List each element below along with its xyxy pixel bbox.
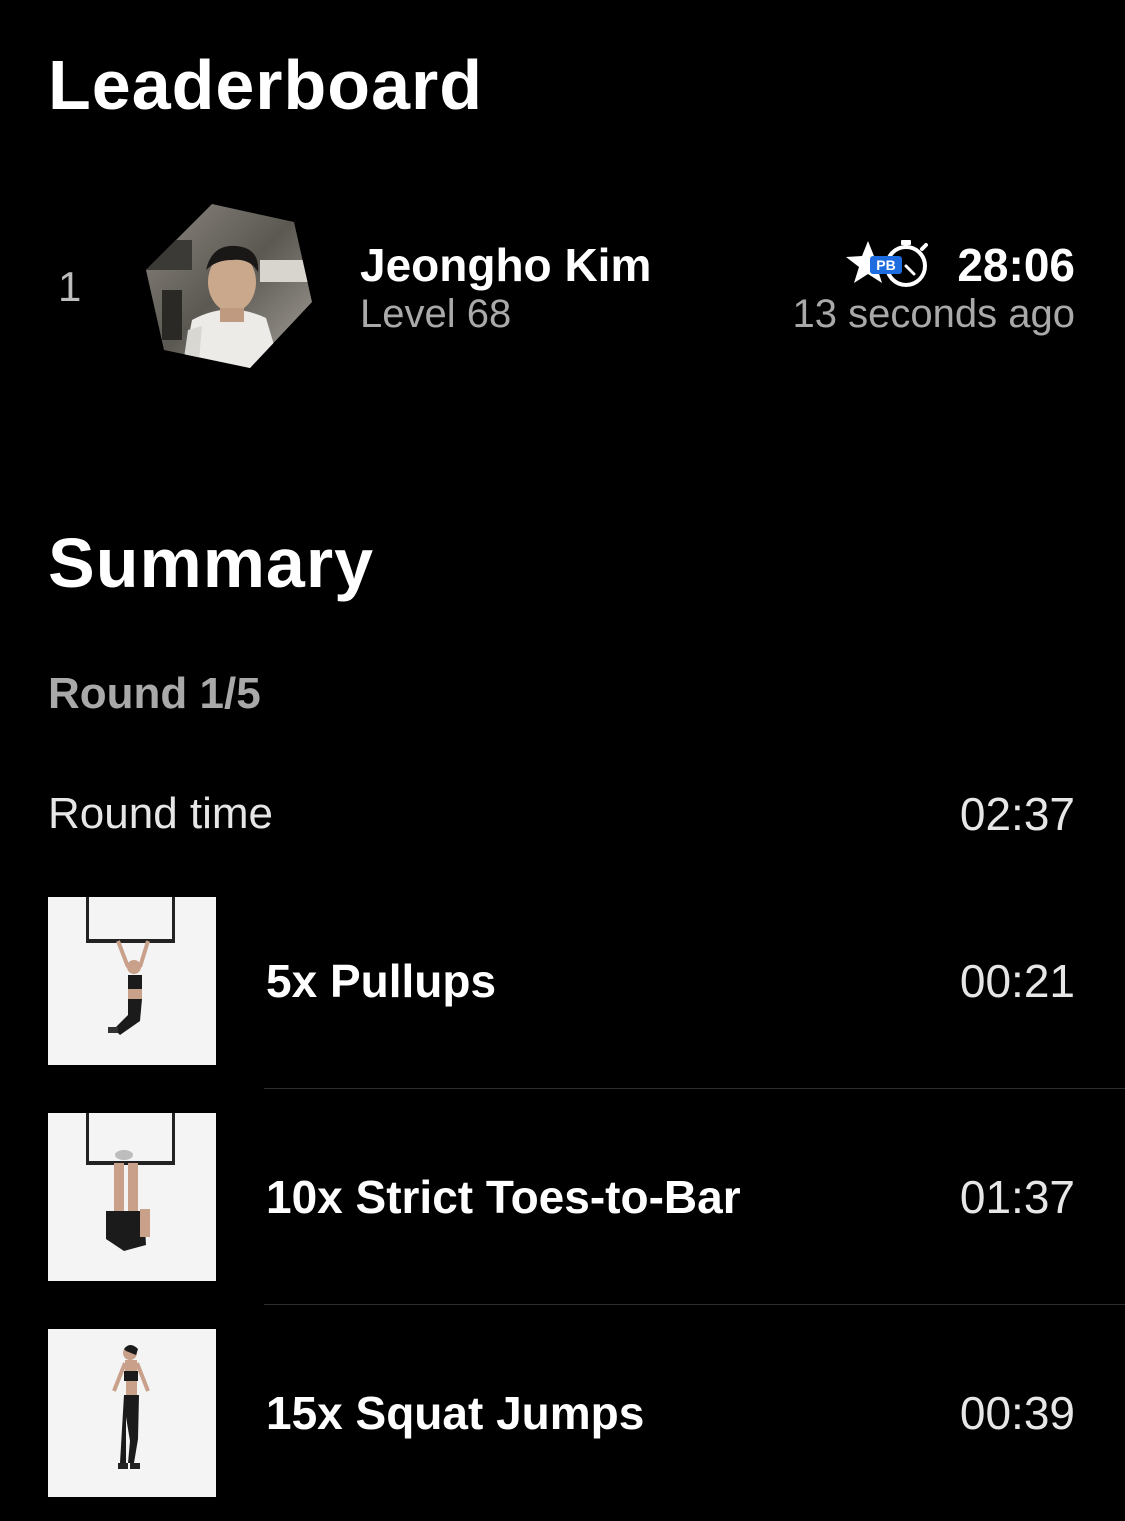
divider [264,1088,1125,1089]
round-time-value: 02:37 [959,788,1075,840]
toes-to-bar-image [48,1113,216,1281]
time-ago: 13 seconds ago [792,292,1075,336]
exercise-name: 5x Pullups [266,955,497,1007]
exercise-name: 15x Squat Jumps [266,1387,645,1439]
svg-text:PB: PB [876,257,895,273]
leaderboard-title: Leaderboard [48,46,483,124]
round-indicator: Round 1/5 [48,669,261,718]
user-level: Level 68 [360,292,512,336]
exercise-time: 00:39 [959,1387,1075,1439]
user-avatar[interactable] [142,200,314,372]
divider [264,1304,1125,1305]
pullups-image [48,897,216,1065]
exercise-time: 01:37 [959,1171,1075,1223]
rank-number: 1 [58,263,82,310]
user-name: Jeongho Kim [360,239,652,291]
finish-time: 28:06 [957,239,1075,291]
summary-title: Summary [48,524,375,602]
personal-best-stopwatch-icon: PB [846,240,928,287]
exercise-time: 00:21 [959,955,1075,1007]
exercise-name: 10x Strict Toes-to-Bar [266,1171,741,1223]
squat-jumps-image [48,1329,216,1497]
round-time-label: Round time [48,789,274,838]
